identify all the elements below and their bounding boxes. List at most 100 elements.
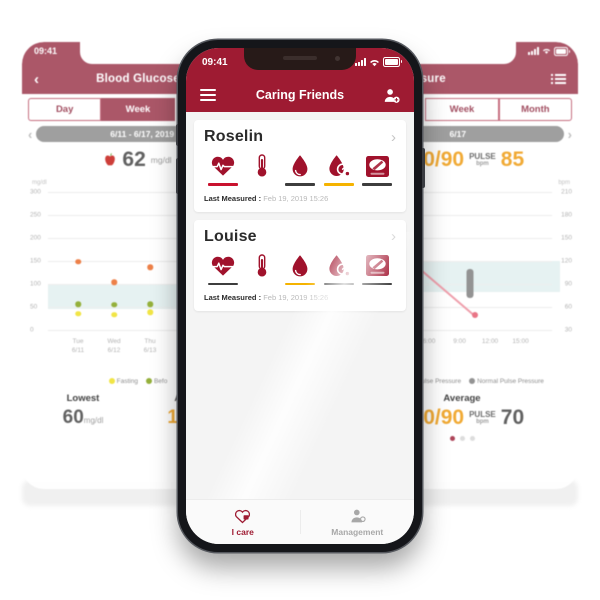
last-measured-label: Last Measured : xyxy=(204,293,262,303)
metric-cell[interactable] xyxy=(245,253,279,286)
tab-i-care[interactable]: I care xyxy=(186,500,300,544)
page-dot-3[interactable] xyxy=(469,436,475,441)
blood-glucose-icon xyxy=(328,253,350,279)
signal-icon xyxy=(355,58,366,66)
battery-icon xyxy=(554,47,570,56)
y-axis-tick: 150 xyxy=(30,257,41,265)
friend-card[interactable]: Louise › Last Measured : Feb 19, 2019 15:2… xyxy=(194,219,406,312)
blood-glucose-icon xyxy=(328,153,350,179)
page-dot-2[interactable] xyxy=(459,436,465,441)
tab-i-care-label: I care xyxy=(231,526,254,537)
segment-week[interactable]: Week xyxy=(101,98,175,121)
power-button[interactable] xyxy=(422,148,425,188)
blood-drop-icon xyxy=(291,253,309,279)
metric-status-underline xyxy=(362,183,392,186)
last-measured-label: Last Measured : xyxy=(204,193,262,203)
legend-item-normal-pulse: Normal Pulse Pressure xyxy=(469,378,544,385)
thermometer-icon xyxy=(255,253,269,279)
metric-status-underline xyxy=(362,282,392,286)
metric-cell[interactable] xyxy=(360,153,394,186)
metric-status-underline xyxy=(247,283,277,286)
stat-lowest-label: Lowest xyxy=(66,393,100,404)
metric-cell[interactable] xyxy=(283,153,317,186)
data-point xyxy=(111,279,117,285)
last-measured-value: Feb 19, 2019 15:26 xyxy=(263,193,329,203)
friends-card-list: Roselin › Last Measured : Feb 19, 2019 15:… xyxy=(186,120,414,312)
metric-icon-row xyxy=(206,153,394,186)
metric-status-underline xyxy=(323,282,354,286)
weight-scale-icon xyxy=(365,253,390,279)
x-axis-tick: Wed 6/12 xyxy=(107,338,121,354)
data-point xyxy=(147,309,153,315)
add-user-icon[interactable] xyxy=(383,87,400,104)
segment-month[interactable]: Month xyxy=(498,98,572,121)
data-point xyxy=(111,301,117,308)
center-phone-device: 09:41 Caring Friends Roselin › Last Meas… xyxy=(175,40,425,552)
chevron-right-icon[interactable]: › xyxy=(391,229,396,244)
y-axis-tick: 200 xyxy=(30,234,41,242)
segment-week[interactable]: Week xyxy=(425,98,499,121)
bottom-tab-bar: I care Management xyxy=(186,499,414,544)
segment-day[interactable]: Day xyxy=(28,98,102,121)
right-average-pulse: 70 xyxy=(500,406,525,429)
metric-cell[interactable] xyxy=(322,153,356,186)
metric-cell[interactable] xyxy=(322,253,356,286)
metric-status-underline xyxy=(323,183,354,186)
x-axis-tick: Thu 6/13 xyxy=(143,338,157,354)
metric-status-underline xyxy=(247,183,277,186)
legend-item-fasting: Fasting xyxy=(108,378,138,385)
friend-card[interactable]: Roselin › Last Measured : Feb 19, 2019 15:… xyxy=(194,120,406,212)
metric-status-underline xyxy=(285,183,315,186)
battery-icon xyxy=(383,57,402,67)
heart-pulse-icon xyxy=(210,253,236,279)
center-nav-bar: Caring Friends xyxy=(186,78,414,112)
friend-name: Louise xyxy=(204,227,257,245)
metric-status-underline xyxy=(285,282,315,286)
last-measured: Last Measured : Feb 19, 2019 15:26 xyxy=(204,194,396,203)
metric-cell[interactable] xyxy=(206,253,240,286)
chevron-right-icon[interactable]: › xyxy=(391,130,396,145)
earpiece-speaker xyxy=(283,56,317,60)
center-status-time: 09:41 xyxy=(202,57,228,68)
last-measured-value: Feb 19, 2019 15:26 xyxy=(263,293,329,303)
right-status-icons xyxy=(528,47,570,56)
composite-scene: 09:41 ‹ Blood Glucose Day Week ‹ 6/11 - … xyxy=(0,0,600,600)
x-axis-tick: 15:00 xyxy=(512,338,529,345)
tab-management[interactable]: Management xyxy=(301,500,415,544)
y-axis-tick: 30 xyxy=(564,326,572,334)
center-content-area: Roselin › Last Measured : Feb 19, 2019 15:… xyxy=(186,112,414,500)
chevron-left-icon[interactable]: ‹ xyxy=(34,72,39,87)
data-point xyxy=(75,311,81,317)
device-notch xyxy=(244,48,356,70)
data-point xyxy=(75,259,81,265)
friend-card-header: Roselin › xyxy=(204,128,396,146)
y-axis-tick: 250 xyxy=(30,211,41,219)
next-period-button[interactable]: › xyxy=(568,127,572,142)
center-phone-screen: 09:41 Caring Friends Roselin › Last Meas… xyxy=(186,48,414,544)
y-axis-tick: 0 xyxy=(30,326,34,334)
wifi-icon xyxy=(542,49,551,55)
prev-period-button[interactable]: ‹ xyxy=(28,127,32,142)
pulse-point xyxy=(471,311,478,318)
y-axis-tick: 60 xyxy=(564,303,572,311)
y-axis-tick: 50 xyxy=(30,303,38,311)
metric-cell[interactable] xyxy=(206,153,240,186)
y-axis-tick: 90 xyxy=(564,280,572,288)
y-axis-tick: 100 xyxy=(30,280,41,288)
metric-cell[interactable] xyxy=(360,253,394,286)
data-point xyxy=(147,264,153,271)
metric-cell[interactable] xyxy=(283,253,317,286)
metric-cell[interactable] xyxy=(245,153,279,186)
data-point xyxy=(147,301,153,307)
heart-care-icon xyxy=(235,509,251,523)
pressure-bar xyxy=(466,268,474,298)
center-status-bar: 09:41 xyxy=(186,48,414,78)
metric-status-underline xyxy=(208,183,238,186)
y-axis-tick: 120 xyxy=(561,257,572,265)
signal-icon xyxy=(528,47,539,56)
page-dot-1[interactable] xyxy=(449,436,455,441)
center-status-icons xyxy=(355,57,402,67)
data-point xyxy=(111,312,117,318)
list-icon[interactable] xyxy=(551,74,566,84)
stat-lowest-value: 60mg/dl xyxy=(62,407,104,428)
